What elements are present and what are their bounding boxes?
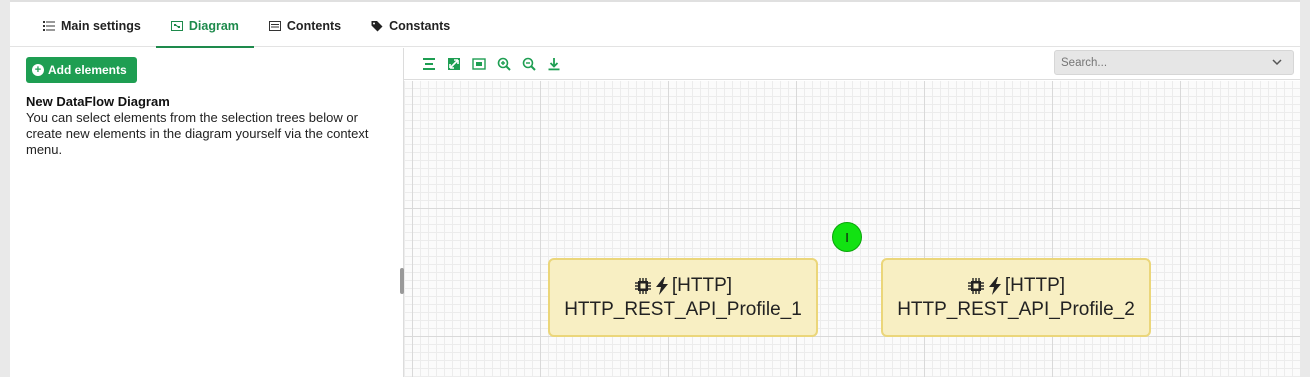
plus-circle-icon: +	[32, 64, 44, 76]
node-name: HTTP_REST_API_Profile_2	[897, 298, 1135, 320]
align-button[interactable]	[420, 55, 438, 73]
tab-label: Constants	[389, 18, 451, 33]
tab-diagram[interactable]: Diagram	[155, 4, 254, 48]
app-frame: Main settings Diagram Contents Constants…	[10, 0, 1300, 377]
tab-contents[interactable]: Contents	[254, 4, 356, 47]
diagram-canvas[interactable]: [HTTP] HTTP_REST_API_Profile_1 [HTTP] HT…	[404, 81, 1300, 377]
download-icon	[548, 58, 560, 71]
add-elements-label: Add elements	[48, 63, 127, 77]
diagram-toolbar	[404, 48, 1300, 80]
tab-bar: Main settings Diagram Contents Constants	[10, 4, 1300, 48]
lightning-icon	[655, 276, 668, 295]
tag-icon	[371, 20, 383, 31]
node-type: [HTTP]	[671, 274, 733, 296]
tab-constants[interactable]: Constants	[356, 4, 465, 47]
diagram-description: You can select elements from the selecti…	[26, 110, 369, 157]
add-elements-button[interactable]: + Add elements	[26, 57, 137, 83]
contents-icon	[268, 20, 281, 31]
image-icon	[472, 58, 486, 70]
tab-label: Contents	[286, 18, 342, 33]
tab-label: Main settings	[61, 18, 141, 33]
diagram-title: New DataFlow Diagram	[26, 94, 170, 109]
green-marker[interactable]: I	[832, 222, 862, 252]
lightning-icon	[988, 276, 1001, 295]
marker-label: I	[845, 229, 849, 245]
diagram-node[interactable]: [HTTP] HTTP_REST_API_Profile_2	[881, 258, 1151, 337]
left-panel: + Add elements New DataFlow Diagram You …	[10, 48, 403, 377]
node-type: [HTTP]	[1004, 274, 1066, 296]
zoom-out-icon	[522, 57, 536, 71]
diagram-icon	[170, 20, 183, 31]
fit-button[interactable]	[445, 55, 463, 73]
fit-icon	[448, 58, 460, 70]
search-input[interactable]	[1061, 56, 1261, 69]
zoom-in-icon	[497, 57, 511, 71]
list-icon	[43, 20, 55, 31]
chip-icon	[634, 277, 651, 294]
search-select[interactable]	[1054, 50, 1294, 75]
chip-icon	[967, 277, 984, 294]
download-button[interactable]	[545, 55, 563, 73]
diagram-node[interactable]: [HTTP] HTTP_REST_API_Profile_1	[548, 258, 818, 337]
node-name: HTTP_REST_API_Profile_1	[564, 298, 802, 320]
zoom-out-button[interactable]	[520, 55, 538, 73]
tab-label: Diagram	[188, 18, 239, 33]
zoom-in-button[interactable]	[495, 55, 513, 73]
tab-main-settings[interactable]: Main settings	[28, 4, 156, 47]
image-button[interactable]	[470, 55, 488, 73]
align-icon	[423, 58, 435, 70]
chevron-down-icon[interactable]	[1271, 56, 1283, 68]
